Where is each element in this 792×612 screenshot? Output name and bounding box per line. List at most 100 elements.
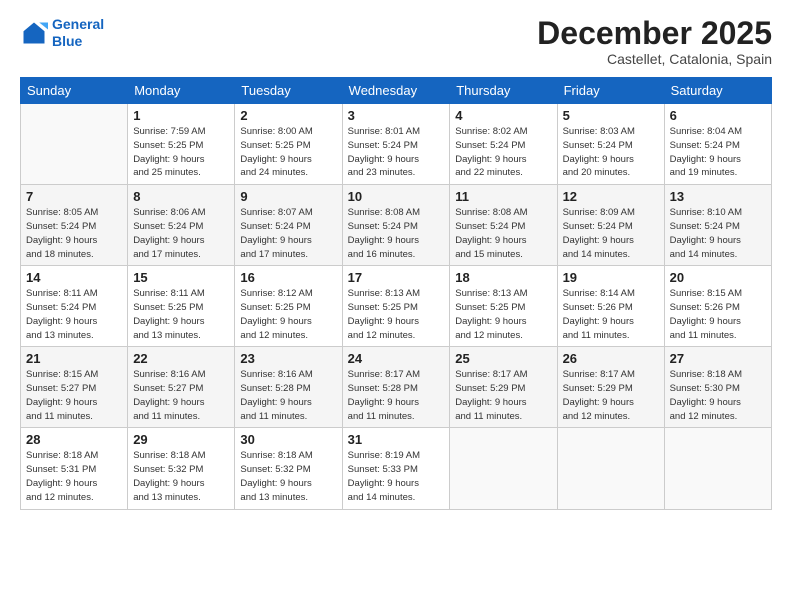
calendar-cell: 5 Sunrise: 8:03 AMSunset: 5:24 PMDaylight… — [557, 104, 664, 185]
day-info: Sunrise: 8:13 AMSunset: 5:25 PMDaylight:… — [455, 287, 551, 342]
calendar-cell — [450, 428, 557, 509]
calendar-cell: 30 Sunrise: 8:18 AMSunset: 5:32 PMDayligh… — [235, 428, 342, 509]
weekday-header: Wednesday — [342, 78, 450, 104]
calendar-cell: 12Sunrise: 8:09 AMSunset: 5:24 PMDayligh… — [557, 185, 664, 266]
day-info: Sunrise: 8:19 AMSunset: 5:33 PMDaylight:… — [348, 449, 445, 504]
day-number: 24 — [348, 351, 445, 366]
calendar-cell: 9 Sunrise: 8:07 AMSunset: 5:24 PMDaylight… — [235, 185, 342, 266]
day-number: 27 — [670, 351, 766, 366]
title-block: December 2025 Castellet, Catalonia, Spai… — [537, 16, 772, 67]
day-number: 17 — [348, 270, 445, 285]
day-number: 13 — [670, 189, 766, 204]
calendar-cell — [21, 104, 128, 185]
day-info: Sunrise: 8:08 AMSunset: 5:24 PMDaylight:… — [348, 206, 445, 261]
day-info: Sunrise: 8:15 AMSunset: 5:26 PMDaylight:… — [670, 287, 766, 342]
calendar-cell: 13 Sunrise: 8:10 AMSunset: 5:24 PMDayligh… — [664, 185, 771, 266]
day-number: 2 — [240, 108, 336, 123]
calendar-cell: 16 Sunrise: 8:12 AMSunset: 5:25 PMDayligh… — [235, 266, 342, 347]
day-number: 5 — [563, 108, 659, 123]
day-info: Sunrise: 8:03 AMSunset: 5:24 PMDaylight:… — [563, 125, 659, 180]
day-number: 19 — [563, 270, 659, 285]
day-info: Sunrise: 8:02 AMSunset: 5:24 PMDaylight:… — [455, 125, 551, 180]
day-info: Sunrise: 8:05 AMSunset: 5:24 PMDaylight:… — [26, 206, 122, 261]
calendar-cell: 17 Sunrise: 8:13 AMSunset: 5:25 PMDayligh… — [342, 266, 450, 347]
calendar-cell: 23 Sunrise: 8:16 AMSunset: 5:28 PMDayligh… — [235, 347, 342, 428]
calendar-week-row: 14 Sunrise: 8:11 AMSunset: 5:24 PMDayligh… — [21, 266, 772, 347]
day-number: 31 — [348, 432, 445, 447]
day-number: 3 — [348, 108, 445, 123]
day-number: 10 — [348, 189, 445, 204]
weekday-header: Thursday — [450, 78, 557, 104]
calendar-cell: 22 Sunrise: 8:16 AMSunset: 5:27 PMDayligh… — [128, 347, 235, 428]
day-number: 20 — [670, 270, 766, 285]
calendar-cell: 10 Sunrise: 8:08 AMSunset: 5:24 PMDayligh… — [342, 185, 450, 266]
day-number: 30 — [240, 432, 336, 447]
calendar-table: SundayMondayTuesdayWednesdayThursdayFrid… — [20, 77, 772, 509]
day-number: 22 — [133, 351, 229, 366]
calendar-cell: 4 Sunrise: 8:02 AMSunset: 5:24 PMDaylight… — [450, 104, 557, 185]
calendar-cell — [664, 428, 771, 509]
day-number: 7 — [26, 189, 122, 204]
weekday-header: Sunday — [21, 78, 128, 104]
day-info: Sunrise: 8:11 AMSunset: 5:24 PMDaylight:… — [26, 287, 122, 342]
day-info: Sunrise: 8:11 AMSunset: 5:25 PMDaylight:… — [133, 287, 229, 342]
calendar-cell: 2 Sunrise: 8:00 AMSunset: 5:25 PMDaylight… — [235, 104, 342, 185]
calendar-cell: 18 Sunrise: 8:13 AMSunset: 5:25 PMDayligh… — [450, 266, 557, 347]
day-info: Sunrise: 8:15 AMSunset: 5:27 PMDaylight:… — [26, 368, 122, 423]
calendar-week-row: 1 Sunrise: 7:59 AMSunset: 5:25 PMDaylight… — [21, 104, 772, 185]
day-info: Sunrise: 8:10 AMSunset: 5:24 PMDaylight:… — [670, 206, 766, 261]
day-number: 1 — [133, 108, 229, 123]
day-info: Sunrise: 8:01 AMSunset: 5:24 PMDaylight:… — [348, 125, 445, 180]
weekday-header: Saturday — [664, 78, 771, 104]
day-info: Sunrise: 8:17 AMSunset: 5:28 PMDaylight:… — [348, 368, 445, 423]
day-info: Sunrise: 8:16 AMSunset: 5:27 PMDaylight:… — [133, 368, 229, 423]
logo-general: General — [52, 16, 104, 32]
calendar-cell: 21 Sunrise: 8:15 AMSunset: 5:27 PMDayligh… — [21, 347, 128, 428]
day-info: Sunrise: 7:59 AMSunset: 5:25 PMDaylight:… — [133, 125, 229, 180]
day-info: Sunrise: 8:04 AMSunset: 5:24 PMDaylight:… — [670, 125, 766, 180]
day-number: 16 — [240, 270, 336, 285]
calendar-cell: 15 Sunrise: 8:11 AMSunset: 5:25 PMDayligh… — [128, 266, 235, 347]
day-info: Sunrise: 8:07 AMSunset: 5:24 PMDaylight:… — [240, 206, 336, 261]
day-number: 28 — [26, 432, 122, 447]
day-number: 15 — [133, 270, 229, 285]
calendar-cell: 14 Sunrise: 8:11 AMSunset: 5:24 PMDayligh… — [21, 266, 128, 347]
day-number: 29 — [133, 432, 229, 447]
calendar-week-row: 21 Sunrise: 8:15 AMSunset: 5:27 PMDayligh… — [21, 347, 772, 428]
day-number: 18 — [455, 270, 551, 285]
day-number: 8 — [133, 189, 229, 204]
calendar-cell: 11Sunrise: 8:08 AMSunset: 5:24 PMDayligh… — [450, 185, 557, 266]
calendar-cell: 28 Sunrise: 8:18 AMSunset: 5:31 PMDayligh… — [21, 428, 128, 509]
day-info: Sunrise: 8:18 AMSunset: 5:31 PMDaylight:… — [26, 449, 122, 504]
day-number: 9 — [240, 189, 336, 204]
day-info: Sunrise: 8:12 AMSunset: 5:25 PMDaylight:… — [240, 287, 336, 342]
logo-blue: Blue — [52, 33, 82, 49]
day-number: 21 — [26, 351, 122, 366]
day-info: Sunrise: 8:17 AMSunset: 5:29 PMDaylight:… — [455, 368, 551, 423]
calendar-header-row: SundayMondayTuesdayWednesdayThursdayFrid… — [21, 78, 772, 104]
day-info: Sunrise: 8:00 AMSunset: 5:25 PMDaylight:… — [240, 125, 336, 180]
page-container: General Blue December 2025 Castellet, Ca… — [0, 0, 792, 520]
day-info: Sunrise: 8:06 AMSunset: 5:24 PMDaylight:… — [133, 206, 229, 261]
calendar-cell: 3 Sunrise: 8:01 AMSunset: 5:24 PMDaylight… — [342, 104, 450, 185]
calendar-cell: 7 Sunrise: 8:05 AMSunset: 5:24 PMDaylight… — [21, 185, 128, 266]
weekday-header: Monday — [128, 78, 235, 104]
day-number: 4 — [455, 108, 551, 123]
day-info: Sunrise: 8:18 AMSunset: 5:32 PMDaylight:… — [240, 449, 336, 504]
logo-text: General Blue — [52, 16, 104, 50]
calendar-cell: 31 Sunrise: 8:19 AMSunset: 5:33 PMDayligh… — [342, 428, 450, 509]
logo-icon — [20, 19, 48, 47]
day-number: 26 — [563, 351, 659, 366]
day-number: 14 — [26, 270, 122, 285]
day-info: Sunrise: 8:13 AMSunset: 5:25 PMDaylight:… — [348, 287, 445, 342]
calendar-cell: 1 Sunrise: 7:59 AMSunset: 5:25 PMDaylight… — [128, 104, 235, 185]
day-info: Sunrise: 8:09 AMSunset: 5:24 PMDaylight:… — [563, 206, 659, 261]
calendar-week-row: 28 Sunrise: 8:18 AMSunset: 5:31 PMDayligh… — [21, 428, 772, 509]
header: General Blue December 2025 Castellet, Ca… — [20, 16, 772, 67]
day-info: Sunrise: 8:08 AMSunset: 5:24 PMDaylight:… — [455, 206, 551, 261]
day-number: 23 — [240, 351, 336, 366]
calendar-cell: 6Sunrise: 8:04 AMSunset: 5:24 PMDaylight… — [664, 104, 771, 185]
day-info: Sunrise: 8:16 AMSunset: 5:28 PMDaylight:… — [240, 368, 336, 423]
weekday-header: Tuesday — [235, 78, 342, 104]
calendar-cell: 25Sunrise: 8:17 AMSunset: 5:29 PMDayligh… — [450, 347, 557, 428]
